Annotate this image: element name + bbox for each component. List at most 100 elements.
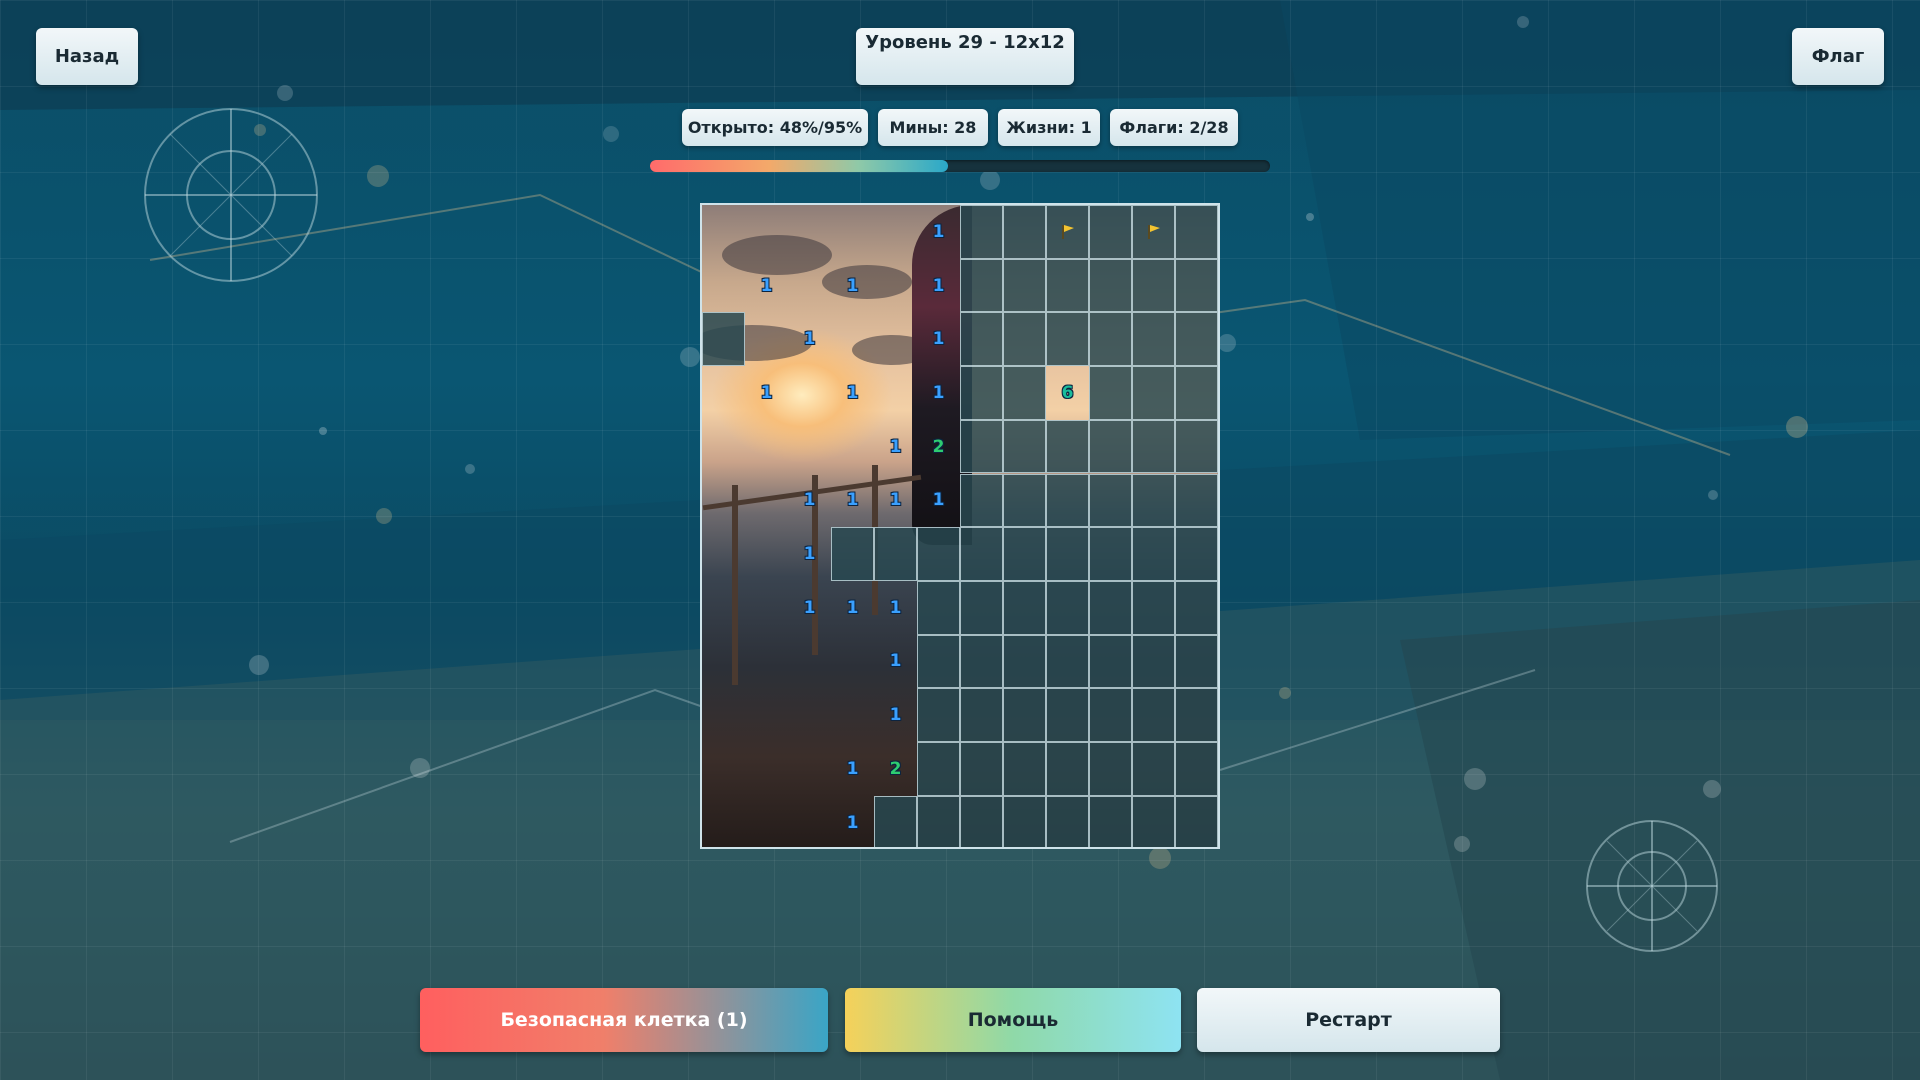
board-cell-hidden[interactable] [1132,419,1175,474]
board-cell-hidden[interactable] [960,742,1003,796]
board-cell-number[interactable]: 1 [831,259,874,313]
board-cell-open[interactable] [788,796,831,847]
board-cell-hidden[interactable] [1046,473,1089,528]
board-cell-open[interactable] [831,205,874,259]
board-cell-open[interactable] [831,635,874,689]
board-cell-hidden[interactable] [1089,688,1132,742]
board-cell-hidden[interactable] [1175,795,1218,847]
board-cell-hidden[interactable] [1003,205,1046,259]
board-cell-hidden[interactable] [1003,634,1046,689]
board-cell-hidden[interactable] [960,258,1003,313]
board-cell-hidden[interactable] [1089,419,1132,474]
board-cell-hidden[interactable] [917,634,960,689]
board-cell-number[interactable]: 1 [917,259,960,313]
board-cell-hidden[interactable] [1089,205,1132,259]
board-cell-hidden[interactable] [1003,688,1046,742]
board-cell-hidden[interactable] [1132,634,1175,689]
board-cell-hidden[interactable] [1089,742,1132,796]
board-cell-number[interactable]: 2 [917,420,960,474]
board-cell-hidden[interactable] [960,205,1003,259]
board-cell-open[interactable] [702,259,745,313]
board-cell-number[interactable]: 1 [745,366,788,420]
board-cell-open[interactable] [702,742,745,796]
board-cell-hidden[interactable] [1089,795,1132,847]
board-cell-hidden[interactable] [1046,312,1089,367]
flag-mode-button[interactable]: Флаг [1792,28,1884,85]
board-cell-number[interactable]: 1 [788,312,831,366]
board-cell-number[interactable]: 1 [874,581,917,635]
board-cell-open[interactable] [702,366,745,420]
board-cell-number[interactable]: 1 [874,474,917,528]
board-cell-number[interactable]: 1 [831,742,874,796]
board-cell-hidden[interactable] [1175,527,1218,581]
board-cell-hidden[interactable] [1175,634,1218,689]
board-cell-hidden[interactable] [1003,742,1046,796]
board-cell-open[interactable] [788,742,831,796]
board-cell-number[interactable]: 1 [874,420,917,474]
board-cell-hidden[interactable] [1003,580,1046,635]
board-cell-hidden[interactable] [1132,688,1175,742]
board-cell-hidden[interactable] [1132,312,1175,367]
board-cell-hidden[interactable] [1089,580,1132,635]
board-cell-open[interactable] [831,420,874,474]
board-cell-open[interactable] [788,635,831,689]
board-cell-open[interactable] [874,205,917,259]
board-cell-open[interactable] [702,688,745,742]
board-cell-open[interactable] [874,312,917,366]
board-cell-hidden[interactable] [1132,742,1175,796]
board-cell-hidden[interactable] [960,634,1003,689]
board-cell-hidden[interactable] [1003,473,1046,528]
board-cell-open[interactable] [745,474,788,528]
board-cell-hidden[interactable] [960,795,1003,847]
board-cell-hidden[interactable] [917,527,960,581]
board-cell-hidden[interactable] [917,795,960,847]
board-cell-hidden[interactable] [1132,795,1175,847]
board-cell-open[interactable] [745,742,788,796]
board-cell-hidden[interactable] [1003,258,1046,313]
board-cell-open[interactable] [745,635,788,689]
board-cell-open[interactable] [702,474,745,528]
board-cell-hidden[interactable] [1046,634,1089,689]
board-cell-open[interactable] [745,527,788,581]
board-cell-flagged[interactable] [1132,205,1175,259]
board-cell-hidden[interactable] [1132,366,1175,420]
board-cell-open[interactable] [874,259,917,313]
help-button[interactable]: Помощь [845,988,1181,1052]
board-cell-open[interactable] [702,420,745,474]
restart-button[interactable]: Рестарт [1197,988,1500,1052]
board-cell-number[interactable]: 1 [917,474,960,528]
board-cell-hidden[interactable] [917,580,960,635]
board-cell-hidden[interactable] [960,366,1003,420]
board-cell-hidden[interactable] [874,527,917,581]
board-cell-hidden[interactable] [1132,473,1175,528]
board-cell-hidden[interactable] [1046,258,1089,313]
board-cell-number[interactable]: 1 [874,635,917,689]
safe-cell-button[interactable]: Безопасная клетка (1) [420,988,828,1052]
board-cell-open[interactable] [702,796,745,847]
board-cell-hidden[interactable] [960,419,1003,474]
board-cell-hidden[interactable] [1175,473,1218,528]
board-cell-hidden[interactable] [1003,419,1046,474]
board-cell-hidden[interactable] [917,688,960,742]
board-cell-number[interactable]: 1 [788,581,831,635]
board-cell-hidden[interactable] [1003,312,1046,367]
board-cell-open[interactable] [831,688,874,742]
board-cell-open[interactable] [702,527,745,581]
board-cell-number[interactable]: 2 [874,742,917,796]
board-cell-hidden[interactable] [1046,419,1089,474]
board-cell-hidden[interactable] [1089,527,1132,581]
board-cell-hidden[interactable] [1089,366,1132,420]
board-cell-hidden[interactable] [960,312,1003,367]
board-cell-hidden[interactable] [1175,419,1218,474]
board-cell-hidden[interactable] [960,580,1003,635]
board-cell-hidden[interactable] [1132,258,1175,313]
board-cell-number[interactable]: 1 [831,796,874,847]
board-cell-flagged[interactable] [1046,205,1089,259]
board-cell-open[interactable] [788,688,831,742]
board-cell-open[interactable] [702,635,745,689]
board-cell-hidden[interactable] [1003,527,1046,581]
board-cell-open[interactable] [702,581,745,635]
board-cell-open[interactable] [745,796,788,847]
board-cell-number[interactable]: 1 [831,474,874,528]
board-cell-number[interactable]: 1 [831,366,874,420]
